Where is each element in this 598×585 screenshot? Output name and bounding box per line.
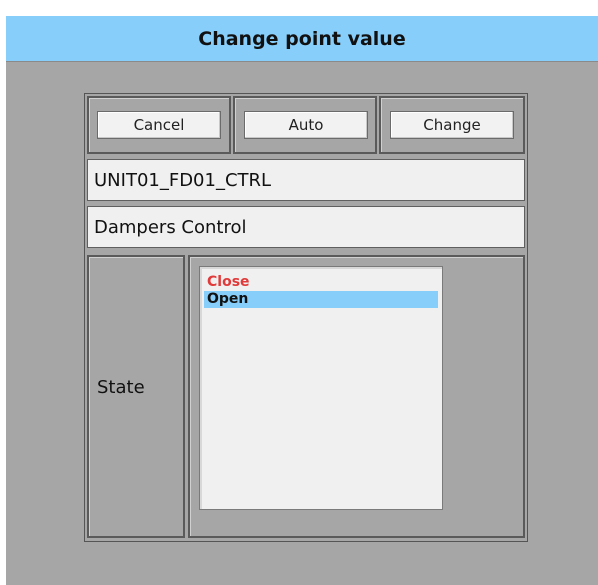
state-label-cell: State (87, 255, 185, 538)
state-label: State (97, 377, 145, 398)
state-list-cell: Close Open (188, 255, 525, 538)
point-description-field: Dampers Control (87, 206, 525, 248)
cancel-cell: Cancel (87, 96, 231, 154)
dialog-frame: Cancel Auto Change UNIT01_FD01_CTRL Damp… (84, 93, 528, 542)
auto-cell: Auto (233, 96, 377, 154)
point-name-field: UNIT01_FD01_CTRL (87, 159, 525, 201)
cancel-button[interactable]: Cancel (97, 111, 221, 139)
change-button[interactable]: Change (390, 111, 514, 139)
point-description-text: Dampers Control (94, 216, 247, 238)
point-name-text: UNIT01_FD01_CTRL (94, 169, 272, 191)
auto-button[interactable]: Auto (244, 111, 368, 139)
dialog-title: Change point value (6, 16, 598, 62)
change-point-dialog: Change point value Cancel Auto Change UN… (6, 16, 598, 585)
state-option-close[interactable]: Close (204, 274, 438, 291)
change-cell: Change (379, 96, 525, 154)
state-listbox[interactable]: Close Open (199, 266, 443, 510)
state-option-open[interactable]: Open (204, 291, 438, 308)
